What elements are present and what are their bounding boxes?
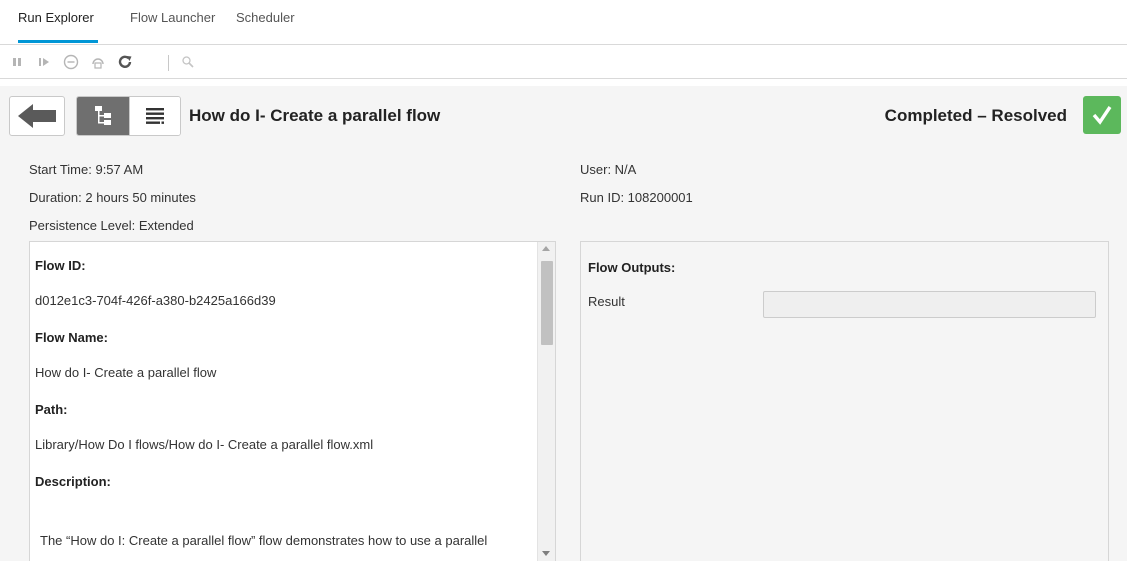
- status-badge: [1083, 96, 1121, 134]
- run-details-panel: How do I- Create a parallel flow Complet…: [0, 86, 1127, 561]
- description-value: The “How do I: Create a parallel flow” f…: [40, 533, 488, 548]
- tab-run-explorer[interactable]: Run Explorer: [18, 10, 94, 25]
- flow-outputs-label: Flow Outputs:: [588, 260, 676, 275]
- checkmark-icon: [1092, 106, 1112, 125]
- tab-flow-launcher[interactable]: Flow Launcher: [130, 10, 215, 25]
- scroll-up-arrow-icon[interactable]: [542, 246, 550, 251]
- list-icon: [145, 108, 164, 124]
- path-value: Library/How Do I flows/How do I- Create …: [35, 437, 374, 452]
- back-button[interactable]: [9, 96, 65, 136]
- path-label: Path:: [35, 402, 68, 417]
- flow-outputs-box: Flow Outputs: Result: [580, 241, 1109, 561]
- cancel-icon[interactable]: [63, 54, 79, 70]
- resume-icon[interactable]: [36, 54, 52, 70]
- tab-scheduler[interactable]: Scheduler: [236, 10, 295, 25]
- run-id: Run ID: 108200001: [580, 190, 693, 205]
- flow-details-content: Flow ID: d012e1c3-704f-426f-a380-b2425a1…: [30, 242, 538, 561]
- active-tab-indicator: [18, 40, 98, 43]
- duration: Duration: 2 hours 50 minutes: [29, 190, 196, 205]
- run-status-label: Completed – Resolved: [884, 106, 1067, 125]
- pause-icon[interactable]: [9, 54, 25, 70]
- details-scrollbar[interactable]: [537, 242, 555, 561]
- tab-bar: Run Explorer Flow Launcher Scheduler: [0, 0, 1127, 45]
- scroll-down-arrow-icon[interactable]: [542, 551, 550, 556]
- flow-id-value: d012e1c3-704f-426f-a380-b2425a166d39: [35, 293, 276, 308]
- refresh-icon[interactable]: [117, 54, 133, 70]
- scroll-thumb[interactable]: [541, 261, 553, 345]
- zoom-icon[interactable]: [180, 54, 196, 70]
- toolbar-separator: [168, 55, 169, 71]
- flow-details-box[interactable]: Flow ID: d012e1c3-704f-426f-a380-b2425a1…: [29, 241, 556, 561]
- persistence-level: Persistence Level: Extended: [29, 218, 194, 233]
- tree-view-button[interactable]: [77, 97, 129, 135]
- run-title: How do I- Create a parallel flow: [189, 106, 441, 125]
- run-toolbar: [0, 46, 1127, 79]
- result-label: Result: [588, 294, 625, 309]
- start-time: Start Time: 9:57 AM: [29, 162, 144, 177]
- flow-name-value: How do I- Create a parallel flow: [35, 365, 217, 380]
- reassign-icon[interactable]: [90, 54, 106, 70]
- list-view-button[interactable]: [128, 97, 180, 135]
- description-label: Description:: [35, 474, 111, 489]
- tree-icon: [94, 106, 111, 125]
- back-arrow-icon: [18, 104, 56, 128]
- run-user: User: N/A: [580, 162, 637, 177]
- view-toggle-group: [76, 96, 181, 136]
- flow-name-label: Flow Name:: [35, 330, 108, 345]
- result-field[interactable]: [763, 291, 1096, 318]
- flow-id-label: Flow ID:: [35, 258, 86, 273]
